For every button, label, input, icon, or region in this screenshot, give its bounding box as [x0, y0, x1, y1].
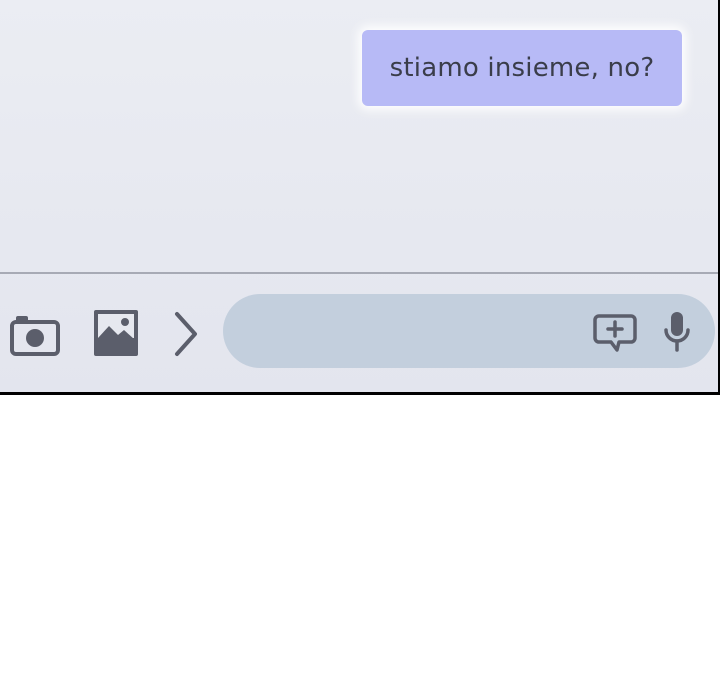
image-icon: [94, 310, 138, 356]
expand-tools-button[interactable]: [172, 310, 200, 358]
message-text: stiamo insieme, no?: [389, 53, 655, 83]
microphone-icon: [664, 312, 690, 352]
camera-icon: [10, 316, 60, 356]
gallery-button[interactable]: [92, 308, 140, 358]
camera-button[interactable]: [10, 312, 60, 356]
message-composer: [0, 274, 718, 392]
chat-screen: stiamo insieme, no?: [0, 0, 720, 395]
add-sticker-button[interactable]: [593, 312, 637, 352]
message-thread: stiamo insieme, no?: [0, 0, 718, 272]
chevron-right-icon: [175, 312, 197, 356]
outgoing-message-bubble[interactable]: stiamo insieme, no?: [362, 30, 682, 106]
voice-message-button[interactable]: [663, 310, 691, 354]
add-sticker-icon: [593, 314, 637, 352]
message-input[interactable]: [251, 312, 585, 352]
message-input-container: [223, 294, 715, 368]
